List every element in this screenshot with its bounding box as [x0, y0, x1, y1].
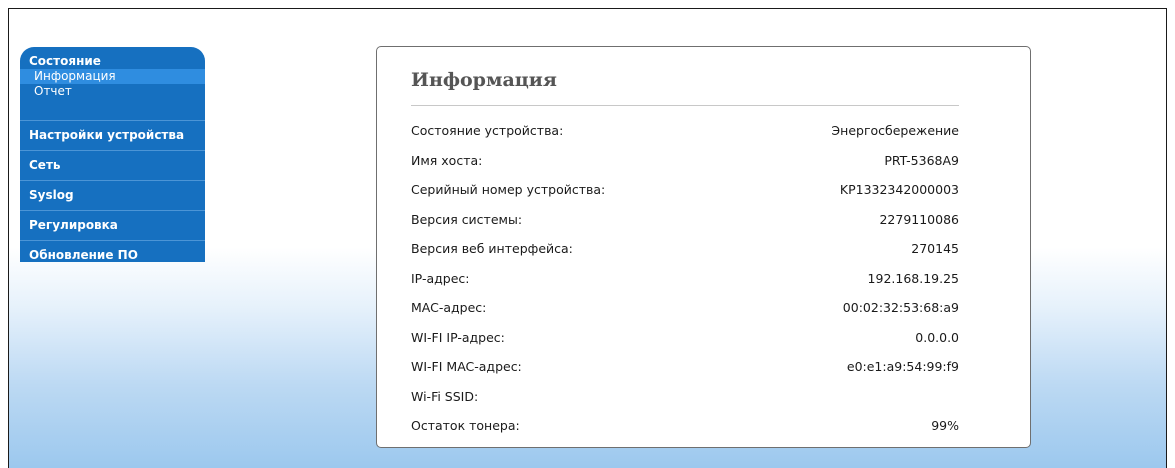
info-row-serial-number: Серийный номер устройства: KP13323420000… [411, 181, 959, 211]
info-value: KP1332342000003 [839, 182, 959, 197]
info-row-web-version: Версия веб интерфейса: 270145 [411, 240, 959, 270]
info-label: WI-FI MAC-адрес: [411, 359, 522, 374]
info-row-hostname: Имя хоста: PRT-5368A9 [411, 152, 959, 182]
info-value: e0:e1:a9:54:99:f9 [846, 359, 959, 374]
nav-group-status: Состояние Информация Отчет [20, 47, 205, 120]
sidebar-item-device-settings[interactable]: Настройки устройства [20, 120, 205, 150]
sidebar-subitem-report[interactable]: Отчет [20, 84, 205, 99]
info-label: Состояние устройства: [411, 123, 564, 138]
info-value: 270145 [911, 241, 959, 256]
page-frame: Состояние Информация Отчет Настройки уст… [8, 8, 1167, 468]
info-value: 99% [931, 418, 959, 433]
info-label: Wi-Fi SSID: [411, 388, 479, 404]
info-label: Имя хоста: [411, 152, 483, 168]
info-value: PRT-5368A9 [884, 152, 959, 168]
info-label: WI-FI IP-адрес: [411, 329, 505, 345]
info-label: Версия веб интерфейса: [411, 241, 573, 256]
title-divider [411, 105, 959, 106]
info-row-wifi-mac: WI-FI MAC-адрес: e0:e1:a9:54:99:f9 [411, 358, 959, 388]
sidebar-nav: Состояние Информация Отчет Настройки уст… [20, 47, 205, 262]
info-row-wifi-ssid: Wi-Fi SSID: [411, 388, 959, 418]
info-label: IP-адрес: [411, 270, 470, 286]
info-value: 192.168.19.25 [867, 270, 959, 286]
info-row-ip-address: IP-адрес: 192.168.19.25 [411, 270, 959, 300]
info-row-device-status: Состояние устройства: Энергосбережение [411, 122, 959, 152]
info-value: 00:02:32:53:68:a9 [842, 300, 959, 315]
info-row-wifi-ip: WI-FI IP-адрес: 0.0.0.0 [411, 329, 959, 359]
info-row-toner-level: Остаток тонера: 99% [411, 417, 959, 447]
info-list: Состояние устройства: Энергосбережение И… [411, 122, 959, 447]
nav-group-title-status[interactable]: Состояние [20, 47, 205, 69]
info-label: Версия системы: [411, 211, 523, 227]
sidebar-item-network[interactable]: Сеть [20, 150, 205, 180]
info-value: 0.0.0.0 [915, 329, 959, 345]
info-value: 2279110086 [879, 211, 959, 227]
info-label: Остаток тонера: [411, 418, 520, 433]
info-row-mac-address: MAC-адрес: 00:02:32:53:68:a9 [411, 299, 959, 329]
info-label: MAC-адрес: [411, 300, 487, 315]
page-title: Информация [411, 69, 557, 91]
info-label: Серийный номер устройства: [411, 182, 606, 197]
info-row-system-version: Версия системы: 2279110086 [411, 211, 959, 241]
info-value: Энергосбережение [831, 123, 959, 138]
info-panel: Информация Состояние устройства: Энергос… [376, 46, 1031, 448]
sidebar-item-firmware-update[interactable]: Обновление ПО [20, 240, 205, 262]
sidebar-item-adjustment[interactable]: Регулировка [20, 210, 205, 240]
sidebar-item-syslog[interactable]: Syslog [20, 180, 205, 210]
sidebar-subitem-information[interactable]: Информация [20, 69, 205, 84]
